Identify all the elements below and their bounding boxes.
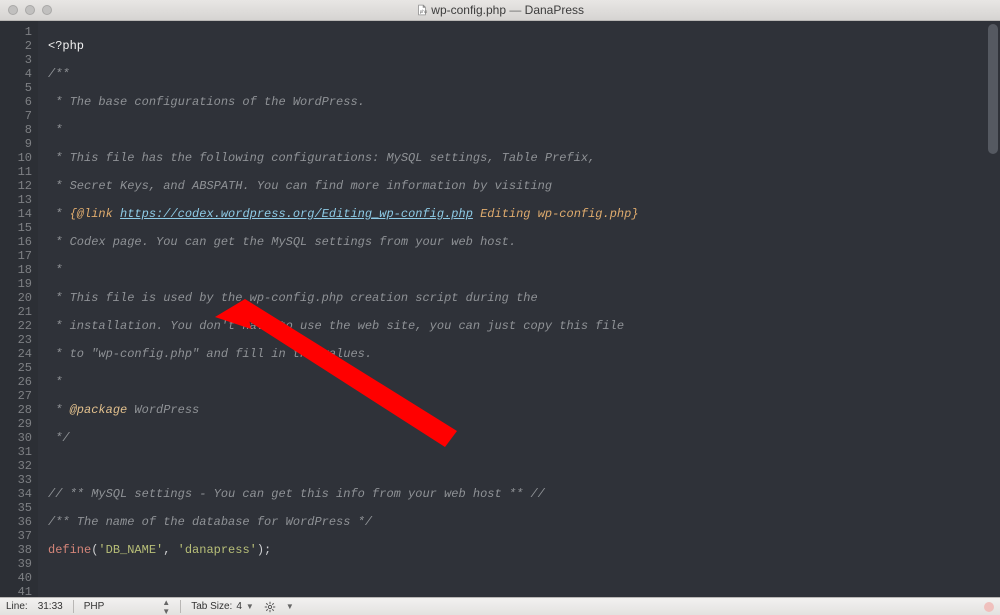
title-project: DanaPress bbox=[525, 3, 584, 17]
editor-window: php wp-config.php — DanaPress 123456789 … bbox=[0, 0, 1000, 615]
status-line-value: 31:33 bbox=[38, 601, 63, 612]
status-bar: Line: 31:33 PHP ▲▼ Tab Size: 4 ▼ ▼ bbox=[0, 597, 1000, 615]
down-icon: ▼ bbox=[246, 602, 254, 611]
code-token: */ bbox=[48, 431, 70, 445]
window-title: php wp-config.php — DanaPress bbox=[0, 3, 1000, 17]
title-filename: wp-config.php bbox=[431, 3, 506, 17]
code-token: 'danapress' bbox=[178, 543, 257, 557]
code-token: * bbox=[48, 403, 70, 417]
record-indicator-icon[interactable] bbox=[984, 602, 994, 612]
code-token: * bbox=[48, 263, 62, 277]
code-token: * Codex page. You can get the MySQL sett… bbox=[48, 235, 516, 249]
line-number-gutter[interactable]: 123456789 1011121314151617 1819202122232… bbox=[0, 21, 38, 597]
editor-area[interactable]: 123456789 1011121314151617 1819202122232… bbox=[0, 21, 1000, 597]
code-token: , bbox=[163, 543, 177, 557]
code-token: * bbox=[48, 207, 70, 221]
status-line[interactable]: Line: bbox=[6, 601, 28, 612]
code-token: 'DB_NAME' bbox=[98, 543, 163, 557]
status-tabsize-label: Tab Size: bbox=[191, 601, 232, 612]
traffic-lights bbox=[0, 5, 52, 15]
code-token: /** The name of the database for WordPre… bbox=[48, 515, 372, 529]
status-language: PHP bbox=[84, 601, 105, 612]
status-language-select[interactable]: PHP ▲▼ bbox=[84, 598, 170, 615]
down-icon[interactable]: ▼ bbox=[286, 602, 294, 611]
code-token: {@link bbox=[70, 207, 120, 221]
code-token: Editing wp-config.php} bbox=[473, 207, 639, 221]
code-token: * installation. You don't have to use th… bbox=[48, 319, 624, 333]
zoom-dot[interactable] bbox=[42, 5, 52, 15]
separator bbox=[180, 600, 181, 613]
separator bbox=[73, 600, 74, 613]
title-sep: — bbox=[506, 3, 525, 17]
code-token: * to "wp-config.php" and fill in the val… bbox=[48, 347, 372, 361]
vertical-scrollbar[interactable] bbox=[988, 24, 998, 154]
minimize-dot[interactable] bbox=[25, 5, 35, 15]
status-tabsize-value: 4 bbox=[236, 601, 242, 612]
code-token: define bbox=[48, 543, 91, 557]
status-tabsize-select[interactable]: Tab Size: 4 ▼ bbox=[191, 601, 254, 612]
code-token: * bbox=[48, 375, 62, 389]
updown-icon: ▲▼ bbox=[162, 598, 170, 615]
settings-gear-icon[interactable] bbox=[264, 601, 276, 613]
file-icon: php bbox=[416, 4, 428, 16]
code-token: * The base configurations of the WordPre… bbox=[48, 95, 365, 109]
code-token: ); bbox=[257, 543, 271, 557]
code-token: https://codex.wordpress.org/Editing_wp-c… bbox=[120, 207, 473, 221]
code-token: /** bbox=[48, 67, 70, 81]
code-token: * This file has the following configurat… bbox=[48, 151, 595, 165]
code-token: * Secret Keys, and ABSPATH. You can find… bbox=[48, 179, 552, 193]
code-area[interactable]: <?php /** * The base configurations of t… bbox=[38, 21, 1000, 597]
status-line-value-field[interactable]: 31:33 bbox=[38, 601, 63, 612]
titlebar[interactable]: php wp-config.php — DanaPress bbox=[0, 0, 1000, 21]
status-line-label: Line: bbox=[6, 601, 28, 612]
code-token: WordPress bbox=[127, 403, 199, 417]
code-token: @package bbox=[70, 403, 128, 417]
svg-text:php: php bbox=[420, 9, 428, 14]
code-token: * This file is used by the wp-config.php… bbox=[48, 291, 538, 305]
close-dot[interactable] bbox=[8, 5, 18, 15]
code-token: <?php bbox=[48, 39, 84, 53]
code-token: // ** MySQL settings - You can get this … bbox=[48, 487, 545, 501]
code-token: * bbox=[48, 123, 62, 137]
